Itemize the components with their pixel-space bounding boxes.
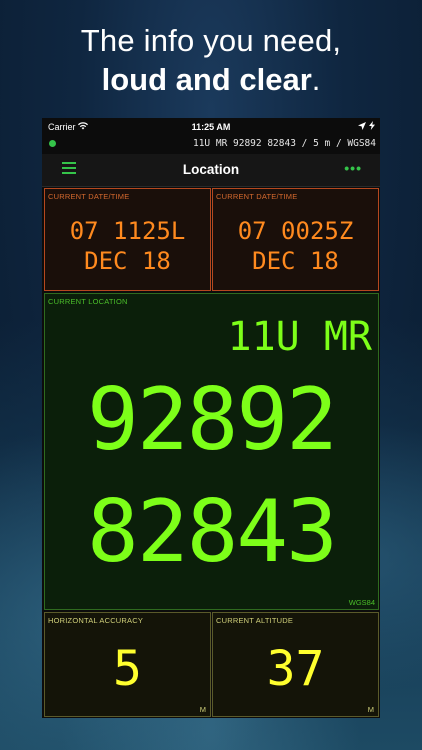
- more-options-icon[interactable]: •••: [344, 160, 362, 176]
- location-summary: 11U MR 92892 82843 / 5 m / WGS84: [192, 138, 376, 149]
- panel-label: CURRENT LOCATION: [48, 297, 128, 306]
- headline-bold-text: loud and clear: [101, 62, 312, 97]
- status-bar: Carrier 11:25 AM: [42, 118, 380, 136]
- panel-label: CURRENT DATE/TIME: [48, 192, 130, 201]
- panel-label: CURRENT ALTITUDE: [216, 616, 294, 625]
- northing-value: 82843: [87, 482, 338, 582]
- local-time-value: 07 1125L: [69, 217, 186, 245]
- headline-period: .: [311, 62, 321, 97]
- phone-screen: Carrier 11:25 AM 11U MR 92892 82843 / 5 …: [42, 118, 380, 718]
- headline-line-2: loud and clear.: [0, 60, 422, 100]
- zulu-date-value: DEC 18: [252, 247, 339, 275]
- battery-charging-icon: [369, 121, 375, 130]
- headline-line-1: The info you need,: [80, 23, 342, 58]
- easting-value: 92892: [87, 370, 338, 470]
- location-arrow-icon: [358, 122, 367, 130]
- datum-label: WGS84: [348, 598, 375, 607]
- accuracy-value: 5: [113, 641, 142, 697]
- marketing-headline: The info you need, loud and clear.: [0, 22, 422, 100]
- status-icons: [358, 121, 375, 132]
- page-title: Location: [182, 162, 240, 177]
- current-location-panel[interactable]: CURRENT LOCATION 11U MR 92892 82843 WGS8…: [44, 293, 379, 610]
- navigation-bar: Location •••: [42, 154, 380, 187]
- unit-label: M: [367, 705, 374, 714]
- panel-label: HORIZONTAL ACCURACY: [48, 616, 144, 625]
- status-time: 11:25 AM: [191, 122, 231, 132]
- current-altitude-panel[interactable]: CURRENT ALTITUDE 37 M: [212, 612, 379, 717]
- zulu-time-value: 07 0025Z: [237, 217, 354, 245]
- local-date-value: DEC 18: [84, 247, 171, 275]
- grid-zone-value: 11U MR: [227, 314, 373, 360]
- zulu-datetime-panel[interactable]: CURRENT DATE/TIME 07 0025Z DEC 18: [212, 188, 379, 291]
- local-datetime-panel[interactable]: CURRENT DATE/TIME 07 1125L DEC 18: [44, 188, 211, 291]
- horizontal-accuracy-panel[interactable]: HORIZONTAL ACCURACY 5 M: [44, 612, 211, 717]
- unit-label: M: [199, 705, 206, 714]
- panel-label: CURRENT DATE/TIME: [216, 192, 298, 201]
- gps-status-dot: [49, 140, 56, 147]
- location-info-bar: 11U MR 92892 82843 / 5 m / WGS84: [42, 136, 380, 152]
- altitude-value: 37: [266, 641, 325, 697]
